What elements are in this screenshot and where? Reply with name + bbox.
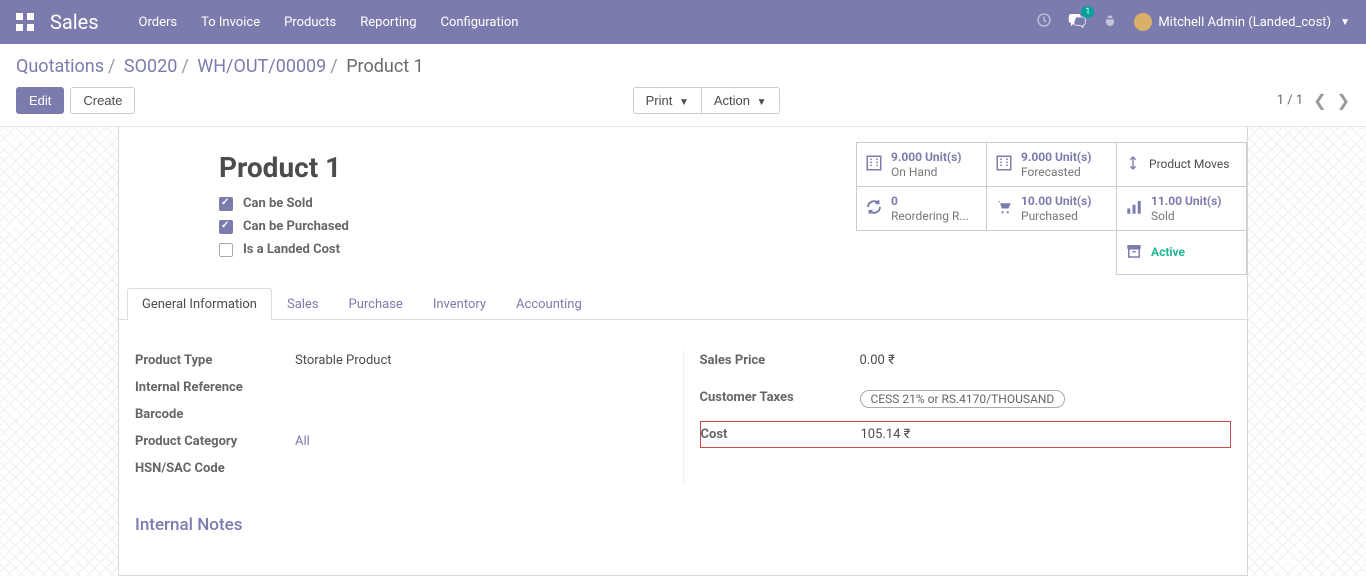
tag-customer-tax: CESS 21% or RS.4170/THOUSAND [860,390,1066,408]
signal-icon [1125,198,1143,220]
label-hsn-sac: HSN/SAC Code [135,458,295,479]
menu-to-invoice[interactable]: To Invoice [201,15,260,30]
discuss-icon[interactable]: 1 [1068,12,1086,32]
activity-icon[interactable] [1036,12,1052,32]
menu-configuration[interactable]: Configuration [441,15,519,30]
label-product-category: Product Category [135,431,295,452]
tab-sales[interactable]: Sales [272,288,334,320]
breadcrumb-quotations[interactable]: Quotations [16,56,104,77]
tab-purchase[interactable]: Purchase [334,288,418,320]
cart-icon [995,198,1013,220]
pager-next[interactable]: ❯ [1337,91,1350,110]
edit-button[interactable]: Edit [16,87,64,114]
control-panel: Quotations/ SO020/ WH/OUT/00009/ Product… [0,44,1366,114]
breadcrumb-so[interactable]: SO020 [124,56,177,77]
action-dropdown[interactable]: Action ▼ [702,87,780,114]
pager-text: 1 / 1 [1277,93,1303,108]
checkbox-can-be-sold[interactable] [219,197,233,211]
top-navbar: Sales Orders To Invoice Products Reporti… [0,0,1366,44]
menu-reporting[interactable]: Reporting [360,15,416,30]
value-product-category[interactable]: All [295,434,310,449]
label-barcode: Barcode [135,404,295,425]
refresh-icon [865,198,883,220]
tabs: General Information Sales Purchase Inven… [119,287,1247,320]
label-sales-price: Sales Price [700,350,860,371]
stat-sold[interactable]: 11.00 Unit(s)Sold [1116,186,1247,231]
tab-inventory[interactable]: Inventory [418,288,501,320]
internal-notes-heading: Internal Notes [119,485,1247,535]
building-icon [865,154,883,176]
breadcrumb-wh[interactable]: WH/OUT/00009 [197,56,326,77]
chevron-down-icon: ▼ [1340,17,1350,28]
discuss-badge: 1 [1081,6,1094,18]
label-is-landed-cost: Is a Landed Cost [243,242,340,257]
pager: 1 / 1 ❮ ❯ [1277,91,1350,110]
tab-accounting[interactable]: Accounting [501,288,597,320]
main-menu: Orders To Invoice Products Reporting Con… [139,15,519,30]
debug-icon[interactable] [1102,12,1118,32]
label-cost: Cost [701,424,861,445]
label-can-be-sold: Can be Sold [243,196,313,211]
label-customer-taxes: Customer Taxes [700,387,860,408]
stat-active[interactable]: Active [1116,230,1247,275]
stat-product-moves[interactable]: Product Moves [1116,142,1247,187]
value-sales-price: 0.00 ₹ [860,350,1232,371]
menu-products[interactable]: Products [284,15,336,30]
stat-forecasted[interactable]: 9.000 Unit(s)Forecasted [986,142,1117,187]
value-product-type: Storable Product [295,350,667,371]
create-button[interactable]: Create [70,87,135,114]
value-barcode [295,404,667,410]
stat-buttons: 9.000 Unit(s)On Hand 9.000 Unit(s)Foreca… [847,143,1247,275]
label-internal-reference: Internal Reference [135,377,295,398]
stat-purchased[interactable]: 10.00 Unit(s)Purchased [986,186,1117,231]
value-cost: 105.14 ₹ [861,424,1231,445]
label-can-be-purchased: Can be Purchased [243,219,349,234]
tab-general-information[interactable]: General Information [127,288,272,320]
value-internal-reference [295,377,667,383]
avatar [1134,13,1152,31]
breadcrumb-current: Product 1 [346,56,424,77]
breadcrumb: Quotations/ SO020/ WH/OUT/00009/ Product… [16,56,1350,77]
user-menu[interactable]: Mitchell Admin (Landed_cost) ▼ [1134,13,1350,31]
checkbox-is-landed-cost[interactable] [219,243,233,257]
exchange-icon [1125,154,1141,176]
label-product-type: Product Type [135,350,295,371]
apps-icon[interactable] [16,13,34,31]
print-dropdown[interactable]: Print ▼ [633,87,702,114]
value-hsn-sac [295,458,667,464]
building-icon [995,154,1013,176]
stat-on-hand[interactable]: 9.000 Unit(s)On Hand [856,142,987,187]
checkbox-can-be-purchased[interactable] [219,220,233,234]
archive-icon [1125,242,1143,264]
app-brand[interactable]: Sales [50,10,99,34]
user-name: Mitchell Admin (Landed_cost) [1158,15,1331,30]
pager-prev[interactable]: ❮ [1313,91,1326,110]
form-sheet: 9.000 Unit(s)On Hand 9.000 Unit(s)Foreca… [118,127,1248,576]
stat-reordering[interactable]: 0Reordering R... [856,186,987,231]
menu-orders[interactable]: Orders [139,15,178,30]
